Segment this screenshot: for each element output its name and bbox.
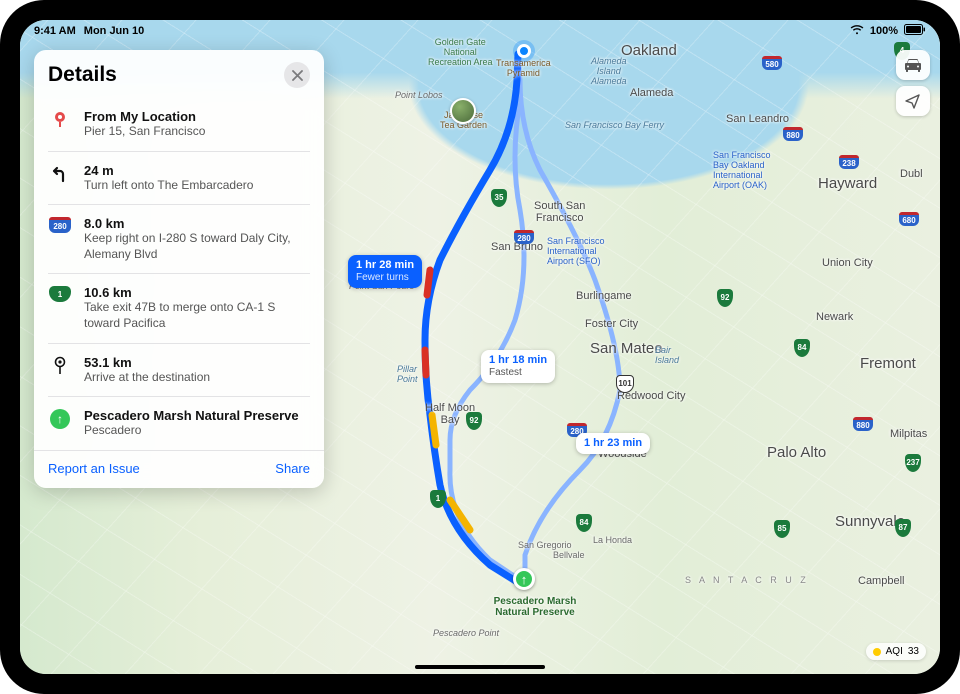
label-lahonda: La Honda bbox=[593, 535, 632, 545]
battery-icon bbox=[904, 24, 926, 38]
label-transamerica: TransamericaPyramid bbox=[496, 58, 551, 78]
home-indicator[interactable] bbox=[415, 665, 545, 669]
label-burlingame: Burlingame bbox=[576, 290, 632, 302]
pin-start-icon bbox=[51, 110, 69, 128]
aqi-badge[interactable]: AQI 33 bbox=[866, 643, 926, 660]
label-sanleandro: San Leandro bbox=[726, 113, 789, 125]
shield-ca35: 35 bbox=[491, 187, 507, 207]
user-avatar[interactable] bbox=[450, 98, 476, 124]
arrive-icon bbox=[51, 356, 69, 376]
step-i280[interactable]: 280 8.0 kmKeep right on I-280 S toward D… bbox=[48, 204, 310, 273]
step-arrive[interactable]: 53.1 kmArrive at the destination bbox=[48, 343, 310, 397]
shield-ca84-b: 84 bbox=[576, 512, 592, 532]
shield-us101: 101 bbox=[616, 373, 634, 393]
step-origin[interactable]: From My LocationPier 15, San Francisco bbox=[48, 98, 310, 151]
label-unioncity: Union City bbox=[822, 257, 873, 269]
label-hayward: Hayward bbox=[818, 175, 877, 192]
route-callout-alternate[interactable]: 1 hr 23 min bbox=[576, 433, 650, 454]
label-alamedais: AlamedaIslandAlameda bbox=[591, 56, 627, 86]
step-destination[interactable]: ↑ Pescadero Marsh Natural PreservePescad… bbox=[48, 396, 310, 450]
shield-ca92-a: 92 bbox=[466, 410, 482, 430]
label-fostercity: Foster City bbox=[585, 318, 638, 330]
current-location-dot bbox=[517, 44, 531, 58]
shield-ca1: 1 bbox=[430, 488, 446, 508]
aqi-dot-icon bbox=[873, 648, 881, 656]
status-bar: 9:41 AM Mon Jun 10 100% bbox=[20, 20, 940, 42]
directions-details-panel: Details From My LocationPier 15, San Fra… bbox=[34, 50, 324, 488]
car-icon bbox=[904, 57, 922, 73]
destination-icon: ↑ bbox=[50, 409, 70, 429]
label-fremont: Fremont bbox=[860, 355, 916, 372]
label-pointlobos: Point Lobos bbox=[395, 90, 443, 100]
label-oak: San FranciscoBay OaklandInternationalAir… bbox=[713, 150, 771, 190]
turn-left-icon bbox=[50, 164, 70, 184]
ipad-frame: 9:41 AM Mon Jun 10 100% bbox=[0, 0, 960, 694]
label-oakland: Oakland bbox=[621, 42, 677, 59]
step-ca1[interactable]: 1 10.6 kmTake exit 47B to merge onto CA-… bbox=[48, 273, 310, 342]
panel-title: Details bbox=[48, 63, 117, 87]
close-button[interactable] bbox=[284, 62, 310, 88]
shield-ca87: 87 bbox=[895, 517, 911, 537]
label-bair: BairIsland bbox=[655, 345, 679, 365]
label-southsf: South SanFrancisco bbox=[534, 200, 585, 224]
destination-label: Pescadero MarshNatural Preserve bbox=[475, 596, 595, 618]
label-sfbayferry: San Francisco Bay Ferry bbox=[565, 120, 664, 130]
shield-i880-b: 880 bbox=[853, 415, 873, 433]
shield-i280-a: 280 bbox=[514, 228, 534, 246]
location-arrow-icon bbox=[905, 93, 921, 109]
ca1-shield-icon: 1 bbox=[49, 286, 71, 302]
label-alameda: Alameda bbox=[630, 87, 673, 99]
label-sangregorio: San Gregorio bbox=[518, 540, 572, 550]
shield-i238: 238 bbox=[839, 153, 859, 171]
label-santacruz: S A N T A C R U Z bbox=[685, 575, 809, 585]
close-icon bbox=[292, 70, 303, 81]
route-callout-fastest[interactable]: 1 hr 18 minFastest bbox=[481, 350, 555, 383]
shield-ca237: 237 bbox=[905, 452, 921, 472]
label-milpitas: Milpitas bbox=[890, 428, 927, 440]
shield-ca92-b: 92 bbox=[717, 287, 733, 307]
shield-ca85: 85 bbox=[774, 518, 790, 538]
locate-me-button[interactable] bbox=[896, 86, 930, 116]
label-paloalto: Palo Alto bbox=[767, 444, 826, 461]
label-pescaderopoint: Pescadero Point bbox=[433, 628, 499, 638]
wifi-icon bbox=[850, 25, 864, 38]
i280-shield-icon: 280 bbox=[49, 217, 71, 233]
report-issue-link[interactable]: Report an Issue bbox=[48, 461, 140, 476]
status-date: Mon Jun 10 bbox=[84, 25, 145, 37]
shield-i680: 680 bbox=[899, 210, 919, 228]
route-callout-primary[interactable]: 1 hr 28 minFewer turns bbox=[348, 255, 422, 288]
label-dublin: Dubl bbox=[900, 168, 923, 180]
battery-text: 100% bbox=[870, 25, 898, 37]
label-bellvale: Bellvale bbox=[553, 550, 585, 560]
label-sanmateo: San Mateo bbox=[590, 340, 663, 357]
status-time: 9:41 AM bbox=[34, 25, 76, 37]
step-turn-left[interactable]: 24 mTurn left onto The Embarcadero bbox=[48, 151, 310, 205]
share-link[interactable]: Share bbox=[275, 461, 310, 476]
aqi-value: 33 bbox=[908, 646, 919, 657]
label-newark: Newark bbox=[816, 311, 853, 323]
label-pillar: PillarPoint bbox=[397, 364, 418, 384]
shield-ca84-a: 84 bbox=[794, 337, 810, 357]
label-sfo: San FranciscoInternationalAirport (SFO) bbox=[547, 236, 605, 266]
destination-pin[interactable]: ↑ bbox=[513, 568, 535, 590]
shield-i580: 580 bbox=[762, 54, 782, 72]
screen: 9:41 AM Mon Jun 10 100% bbox=[20, 20, 940, 674]
transport-mode-button[interactable] bbox=[896, 50, 930, 80]
aqi-label: AQI bbox=[886, 646, 903, 657]
shield-i880-a: 880 bbox=[783, 125, 803, 143]
directions-steps: From My LocationPier 15, San Francisco 2… bbox=[34, 98, 324, 450]
label-campbell: Campbell bbox=[858, 575, 904, 587]
